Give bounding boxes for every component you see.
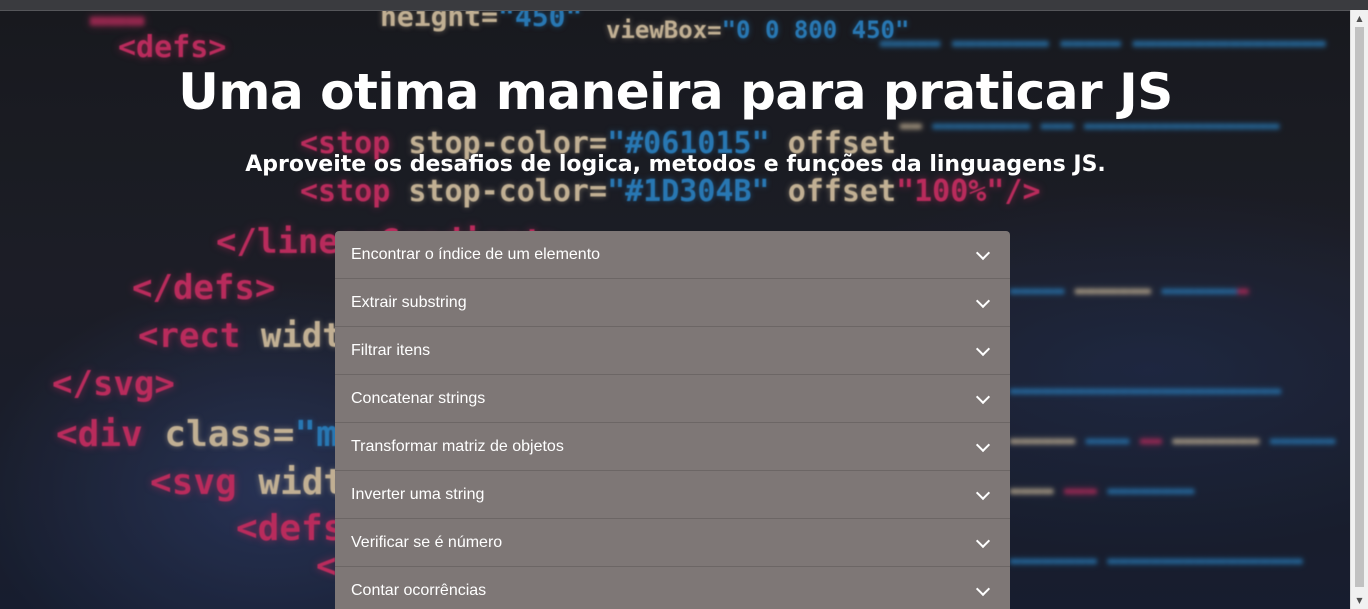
chevron-down-icon bbox=[975, 245, 991, 261]
page-title: Uma otima maneira para praticar JS bbox=[178, 63, 1173, 121]
accordion-item-label: Extrair substring bbox=[351, 293, 467, 311]
accordion-item-indice[interactable]: Encontrar o índice de um elemento bbox=[335, 231, 1010, 279]
accordion-item-label: Inverter uma string bbox=[351, 485, 485, 503]
accordion-item-contar[interactable]: Contar ocorrências bbox=[335, 567, 1010, 609]
chevron-down-icon bbox=[975, 389, 991, 405]
page-subtitle: Aproveite os desafios de logica, metodos… bbox=[245, 152, 1106, 177]
accordion-item-label: Filtrar itens bbox=[351, 341, 431, 359]
chevron-down-icon bbox=[975, 581, 991, 597]
viewport: ▬▬▬ height="450" viewBox="0 0 800 450" <… bbox=[0, 0, 1368, 609]
chevron-down-icon bbox=[975, 533, 991, 549]
browser-top-border bbox=[0, 0, 1368, 11]
chevron-down-icon bbox=[975, 341, 991, 357]
scroll-down-arrow-icon[interactable]: ▼ bbox=[1351, 592, 1368, 609]
scroll-up-arrow-icon[interactable]: ▲ bbox=[1351, 10, 1368, 27]
accordion-item-concatenar[interactable]: Concatenar strings bbox=[335, 375, 1010, 423]
accordion-item-label: Encontrar o índice de um elemento bbox=[351, 245, 601, 263]
chevron-down-icon bbox=[975, 485, 991, 501]
accordion-item-filtrar[interactable]: Filtrar itens bbox=[335, 327, 1010, 375]
chevron-down-icon bbox=[975, 437, 991, 453]
accordion-item-label: Contar ocorrências bbox=[351, 581, 487, 599]
hero-section: Uma otima maneira para praticar JS Aprov… bbox=[0, 10, 1351, 180]
accordion-item-transformar[interactable]: Transformar matriz de objetos bbox=[335, 423, 1010, 471]
scrollbar-thumb[interactable] bbox=[1355, 27, 1364, 587]
accordion-item-label: Transformar matriz de objetos bbox=[351, 437, 564, 455]
accordion-item-label: Verificar se é número bbox=[351, 533, 503, 551]
chevron-down-icon bbox=[975, 293, 991, 309]
accordion-item-inverter[interactable]: Inverter uma string bbox=[335, 471, 1010, 519]
vertical-scrollbar[interactable]: ▲ ▼ bbox=[1350, 10, 1368, 609]
accordion-item-substring[interactable]: Extrair substring bbox=[335, 279, 1010, 327]
accordion-item-label: Concatenar strings bbox=[351, 389, 486, 407]
accordion-item-verificar[interactable]: Verificar se é número bbox=[335, 519, 1010, 567]
challenge-accordion: Encontrar o índice de um elemento Extrai… bbox=[335, 231, 1010, 609]
